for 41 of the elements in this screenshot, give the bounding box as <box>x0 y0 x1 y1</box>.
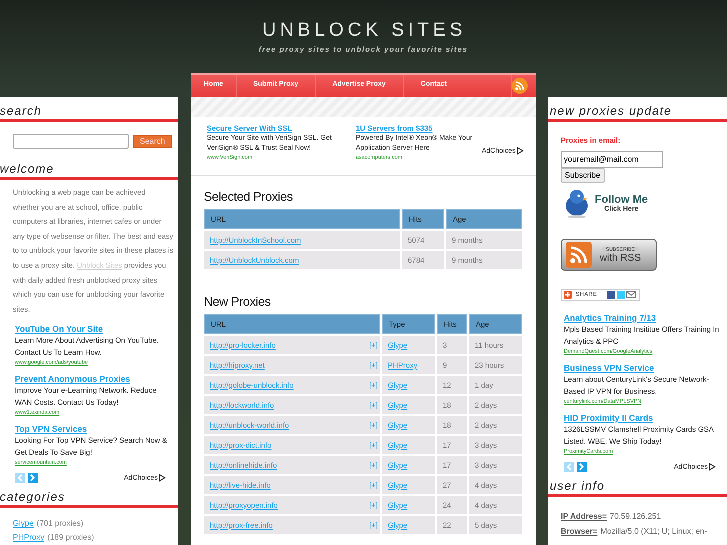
info-value: 70.59.126.251 <box>610 512 662 521</box>
ad-link[interactable]: YouTube On Your Site <box>15 323 172 336</box>
rss-badge-bottom: with RSS <box>600 252 642 264</box>
category-count: (701 proxies) <box>36 519 84 528</box>
rss-icon <box>512 78 528 94</box>
section-title: New Proxies <box>204 295 272 309</box>
search-field[interactable] <box>13 134 129 149</box>
left-chevron-icon <box>566 463 572 471</box>
play-triangle-icon <box>516 147 524 155</box>
section-heading: categories <box>0 483 178 508</box>
site-title[interactable]: UNBLOCK SITES <box>262 20 467 42</box>
ad-link[interactable]: Analytics Training 7/13 <box>564 312 722 324</box>
rss-icon <box>566 242 592 268</box>
ad-link[interactable]: HID Proximity II Cards <box>564 412 722 424</box>
ad-link[interactable]: Top VPN Services <box>15 423 172 436</box>
right-chevron-icon <box>30 474 36 482</box>
info-value: Mozilla/5.0 (X11; U; Linux; en- <box>600 527 708 536</box>
ad-link[interactable]: Business VPN Service <box>564 362 722 374</box>
right-chevron-icon <box>579 463 585 471</box>
subscribe-button[interactable]: Subscribe <box>561 168 605 183</box>
section-heading: user info <box>548 472 727 497</box>
left-chevron-icon <box>17 474 23 482</box>
plus-icon <box>564 291 572 299</box>
category-link[interactable]: PHProxy <box>13 533 45 542</box>
section-heading: new proxies update <box>548 97 727 122</box>
search-button[interactable]: Search <box>133 135 172 148</box>
section-title: Selected Proxies <box>204 190 294 204</box>
play-triangle-icon <box>709 463 716 471</box>
section-heading: search <box>0 97 178 122</box>
section-heading: welcome <box>0 155 178 180</box>
ad-link[interactable]: Prevent Anonymous Proxies <box>15 373 172 386</box>
email-field[interactable]: youremail@mail.com <box>561 151 663 168</box>
play-triangle-icon <box>159 474 166 482</box>
info-label: IP Address= <box>561 512 608 521</box>
info-label: Browser= <box>561 527 598 536</box>
next-button[interactable] <box>577 462 587 472</box>
category-count: (189 proxies) <box>48 533 94 542</box>
social-icons <box>607 291 638 299</box>
category-link[interactable]: Glype <box>13 519 34 528</box>
next-button[interactable] <box>28 473 38 484</box>
follow-title: Follow Me <box>595 194 648 206</box>
